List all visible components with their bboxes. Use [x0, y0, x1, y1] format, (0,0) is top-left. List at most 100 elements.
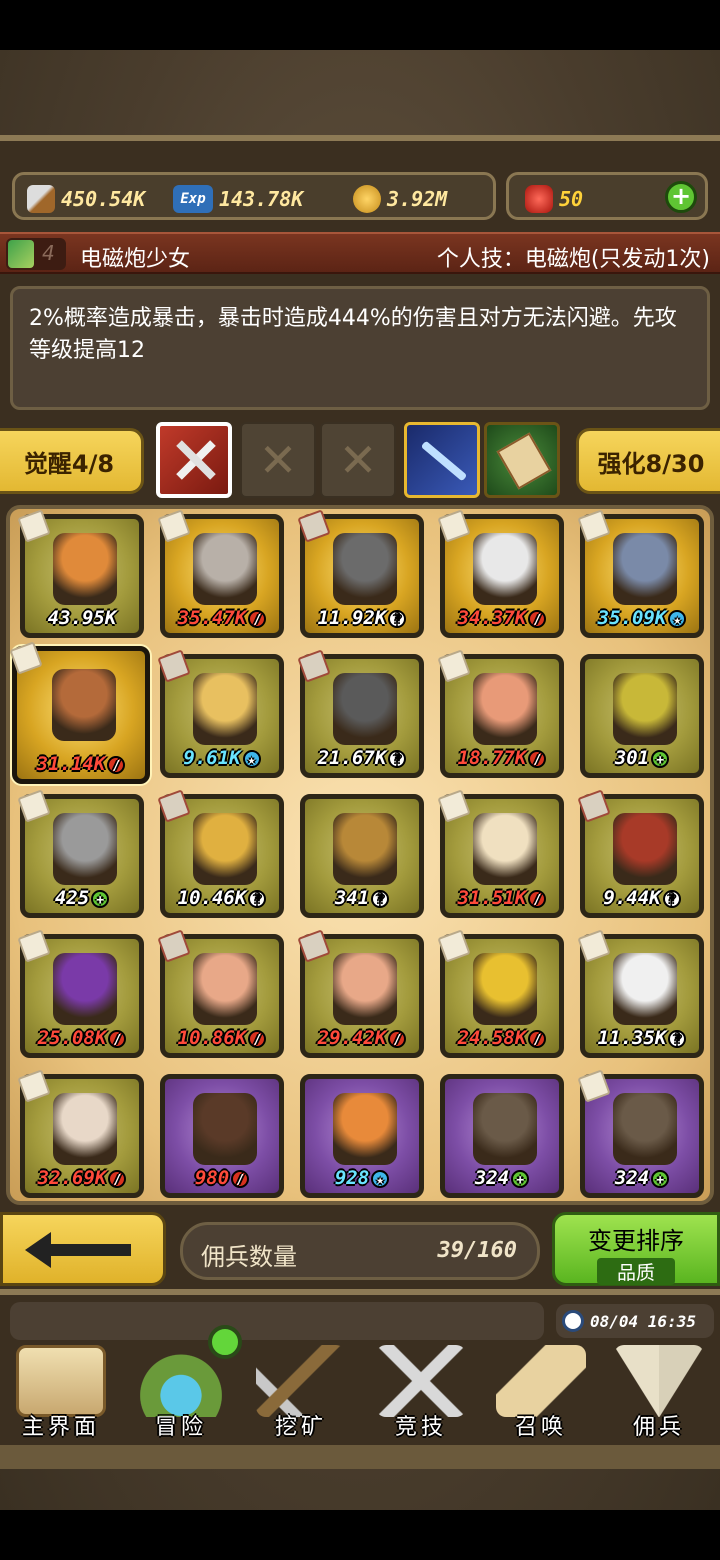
nav-arena-label: 竞技 [394, 1415, 447, 1440]
mercenary-card[interactable]: 341? [300, 794, 424, 918]
element-badge-icon: / [107, 755, 126, 774]
hero-portrait [193, 673, 257, 745]
mercenary-card[interactable]: 324 + [440, 1074, 564, 1198]
hero-portrait [613, 953, 677, 1025]
sword-equipment-slot[interactable] [404, 422, 480, 498]
hero-portrait [473, 1093, 537, 1165]
hero-portrait [53, 533, 117, 605]
mercenary-card[interactable]: 31.51K / [437, 789, 564, 918]
map-scroll-icon [16, 1345, 106, 1417]
adventure-notification-dot [208, 1325, 242, 1359]
mercenary-card[interactable]: 21.67K? [297, 649, 424, 778]
power-value: 9.44K [603, 887, 661, 909]
mercenary-card[interactable]: 425 + [17, 789, 144, 918]
back-arrow-icon [39, 1244, 131, 1256]
power-value: 980 [194, 1167, 230, 1189]
mercenary-card[interactable]: 980/ [160, 1074, 284, 1198]
nav-summon[interactable]: 召唤 [482, 1345, 600, 1443]
power-label: 980/ [165, 1167, 279, 1189]
crossed-swords-icon [376, 1345, 466, 1417]
sword-icon [27, 185, 55, 213]
mercenary-card[interactable]: 35.09K ★ [577, 509, 704, 638]
mercenary-card[interactable]: 24.58K / [437, 929, 564, 1058]
hero-skill: 个人技：电磁炮(只发动1次) [436, 247, 710, 272]
mercenary-card[interactable]: 9.44K? [577, 789, 704, 918]
scroll-equipment-slot[interactable] [484, 422, 560, 498]
mercenary-card[interactable]: 35.47K / [157, 509, 284, 638]
power-label: 34.37K / [445, 607, 559, 629]
mercenary-card[interactable]: 324 + [577, 1069, 704, 1198]
mercenary-card[interactable]: 31.14K / [9, 641, 150, 784]
mercenary-card[interactable]: 11.35K? [577, 929, 704, 1058]
power-label: 29.42K / [305, 1027, 419, 1049]
exp-resource: Exp 143.78K [173, 185, 303, 213]
mercenary-card[interactable]: 25.08K / [17, 929, 144, 1058]
nav-summon-label: 召唤 [514, 1415, 567, 1440]
attack-resource: 450.54K [27, 185, 145, 213]
add-gems-button[interactable]: + [665, 181, 697, 213]
power-value: 31.51K [457, 887, 527, 909]
mercenary-card[interactable]: 11.92K? [297, 509, 424, 638]
element-badge-icon: / [231, 1169, 250, 1188]
empty-slot-2[interactable]: ✕ [320, 422, 396, 498]
back-button[interactable] [0, 1212, 166, 1286]
power-label: 35.09K ★ [585, 607, 699, 629]
hero-portrait [473, 533, 537, 605]
exp-value: 143.78K [219, 187, 304, 211]
power-label: 18.77K / [445, 747, 559, 769]
power-label: 32.69K / [25, 1167, 139, 1189]
gold-resource: 3.92M [353, 185, 447, 213]
sort-button[interactable]: 变更排序 品质 [552, 1212, 720, 1286]
element-badge-icon: / [388, 1029, 407, 1048]
power-label: 11.35K? [585, 1027, 699, 1049]
gem-resource: 50 [525, 185, 583, 213]
power-label: 10.46K? [165, 887, 279, 909]
mercenary-card[interactable]: 29.42K / [297, 929, 424, 1058]
element-badge-icon: / [528, 609, 547, 628]
mercenary-card[interactable]: 10.86K / [157, 929, 284, 1058]
island-icon [136, 1345, 226, 1417]
nav-adventure[interactable]: 冒险 [122, 1345, 240, 1443]
nav-mercenary[interactable]: 佣兵 [600, 1345, 718, 1443]
mercenary-card[interactable]: 34.37K / [437, 509, 564, 638]
nav-mercenary-label: 佣兵 [632, 1415, 685, 1440]
hero-portrait [193, 953, 257, 1025]
scroll-icon [496, 432, 552, 490]
nav-main[interactable]: 主界面 [2, 1345, 120, 1443]
mercenary-card[interactable]: 43.95K [17, 509, 144, 638]
element-badge-icon: / [528, 1029, 547, 1048]
power-value: 11.92K [317, 607, 387, 629]
empty-slot-1[interactable]: ✕ [240, 422, 316, 498]
enhance-button[interactable]: 强化8/30 [576, 428, 720, 494]
hero-portrait [53, 813, 117, 885]
power-value: 35.47K [177, 607, 247, 629]
nav-mining[interactable]: 挖矿 [242, 1345, 360, 1443]
nav-main-label: 主界面 [21, 1415, 100, 1440]
mercenary-card[interactable]: 301 + [580, 654, 704, 778]
power-label: 31.51K / [445, 887, 559, 909]
power-label: 9.44K? [585, 887, 699, 909]
x-icon: ✕ [338, 433, 378, 487]
weapon-slot-selected[interactable] [156, 422, 232, 498]
resource-bar: 450.54K Exp 143.78K 3.92M [12, 172, 496, 220]
element-badge-icon: + [651, 1169, 670, 1188]
mercenary-card[interactable]: 32.69K / [17, 1069, 144, 1198]
power-label: 11.92K? [305, 607, 419, 629]
awaken-label: 觉醒4/8 [23, 449, 115, 478]
mercenary-card[interactable]: 18.77K / [437, 649, 564, 778]
nav-base [0, 1445, 720, 1469]
awaken-button[interactable]: 觉醒4/8 [0, 428, 144, 494]
count-value: 39/160 [437, 1238, 517, 1263]
mercenary-card[interactable]: 9.61K ★ [157, 649, 284, 778]
blue-sword-icon [420, 440, 468, 482]
power-value: 425 [54, 887, 90, 909]
power-label: 324 + [585, 1167, 699, 1189]
nav-arena[interactable]: 竞技 [362, 1345, 480, 1443]
power-value: 11.35K [597, 1027, 667, 1049]
hero-name: 电磁炮少女 [80, 247, 191, 272]
sort-mode: 品质 [596, 1258, 675, 1285]
mercenary-card[interactable]: 928 ★ [300, 1074, 424, 1198]
mercenary-card[interactable]: 10.46K? [157, 789, 284, 918]
gold-value: 3.92M [387, 187, 448, 211]
gem-bar: 50 + [506, 172, 708, 220]
